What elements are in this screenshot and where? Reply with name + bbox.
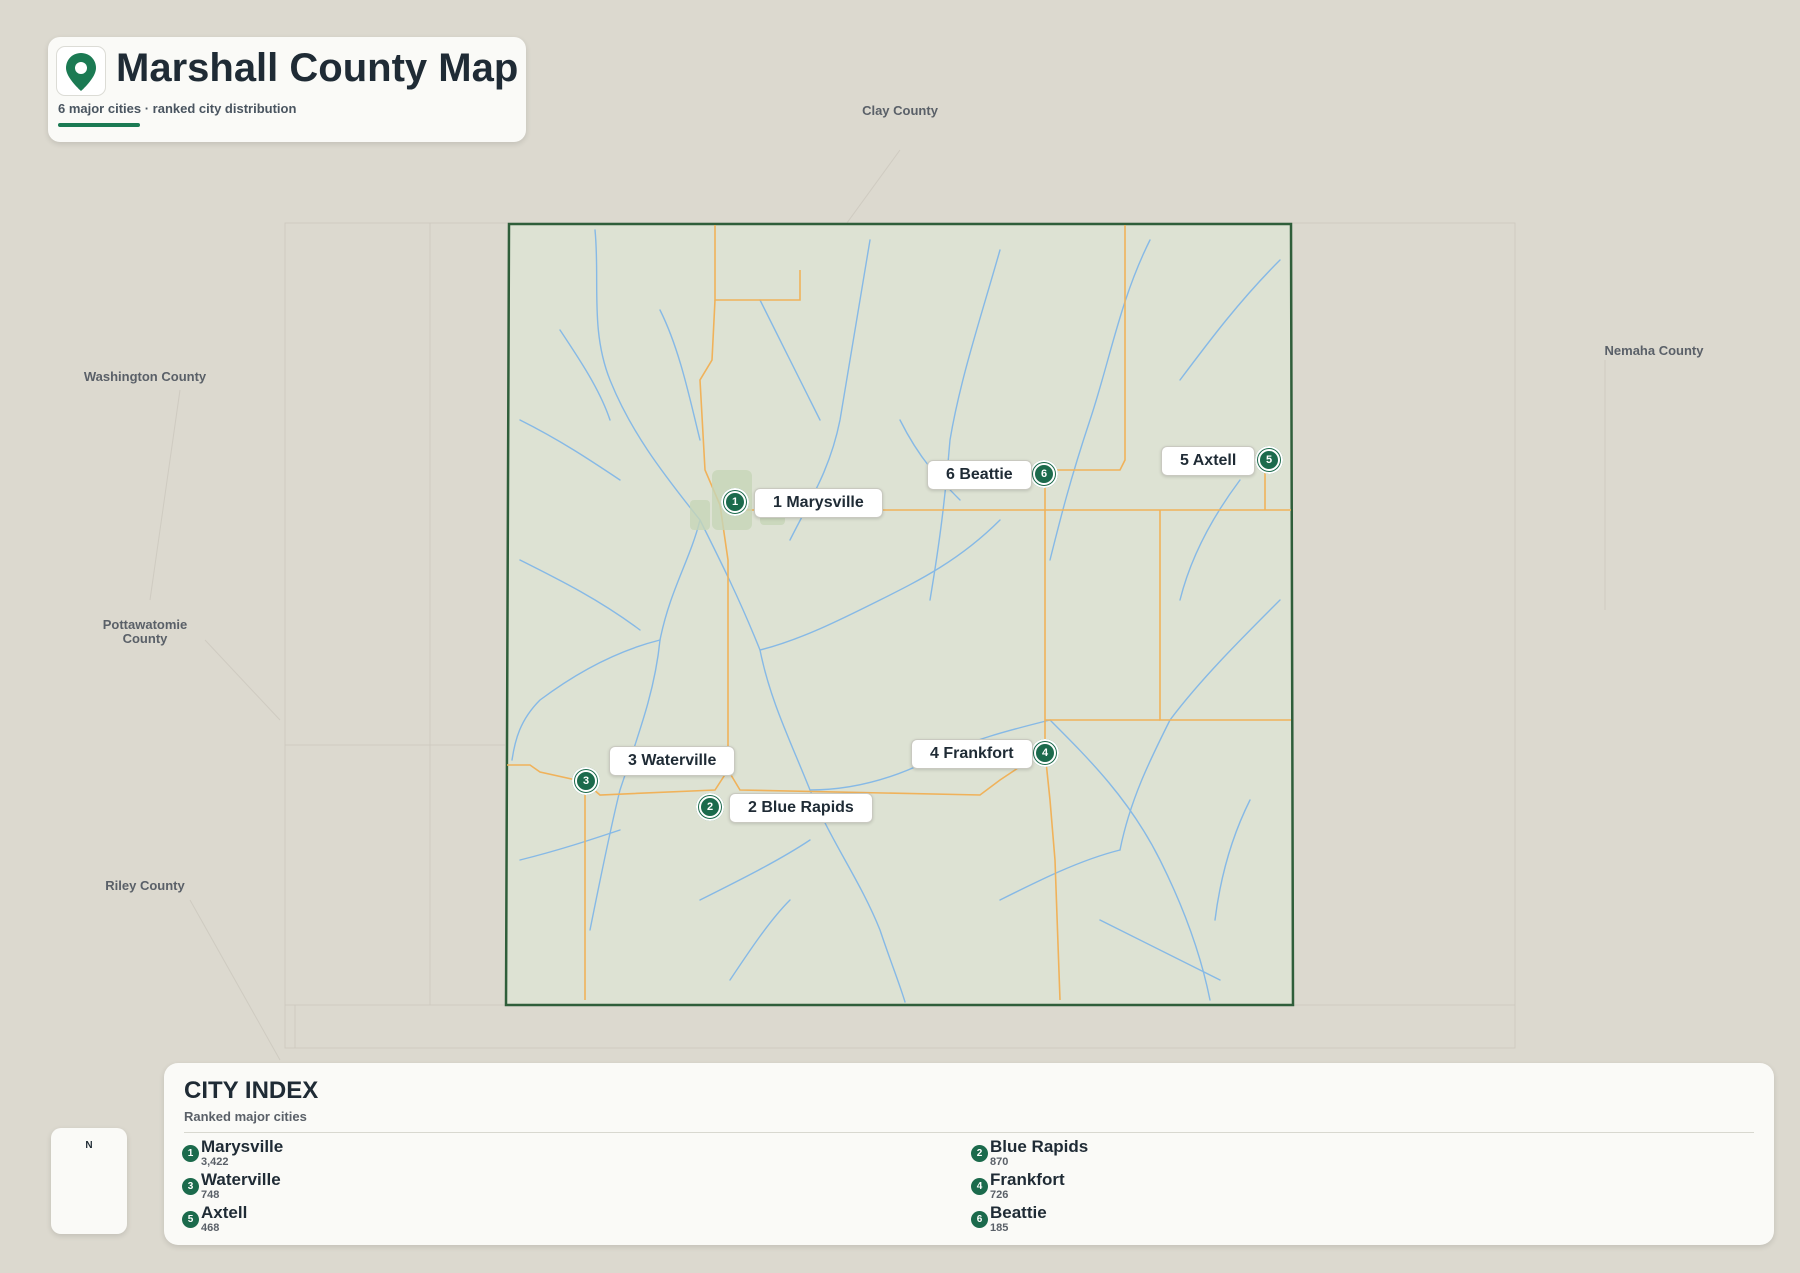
city-label-beattie[interactable]: 6 Beattie	[927, 460, 1032, 490]
city-marker-beattie[interactable]: 6	[1030, 460, 1058, 488]
city-marker-rank: 2	[706, 801, 714, 813]
city-marker-marysville[interactable]: 1	[721, 488, 749, 516]
city-marker-frankfort[interactable]: 4	[1031, 739, 1059, 767]
rank-badge: 5	[182, 1211, 199, 1228]
index-city-population: 185	[990, 1222, 1009, 1234]
index-city-name: Beattie	[990, 1203, 1047, 1222]
index-city-population: 748	[201, 1189, 220, 1201]
city-marker-rank: 6	[1040, 468, 1048, 480]
county-label-riley: Riley County	[105, 878, 185, 893]
city-index-panel: CITY INDEX Ranked major cities 1 Marysvi…	[164, 1063, 1774, 1245]
title-card: Marshall County Map 6 major cities · ran…	[48, 37, 526, 142]
county-label-washington: Washington County	[83, 369, 207, 384]
county-label-pottawatomie-line2: County	[122, 631, 168, 646]
city-marker-rank: 4	[1041, 747, 1049, 759]
city-label-blue-rapids[interactable]: 2 Blue Rapids	[729, 793, 873, 823]
marshall-county-boundary	[504, 222, 1295, 1007]
rank-badge: 4	[971, 1178, 988, 1195]
map-pin-icon	[56, 46, 106, 96]
county-label-pottawatomie-line1: Pottawatomie	[102, 617, 188, 632]
city-marker-rank: 1	[731, 496, 739, 508]
city-label-waterville[interactable]: 3 Waterville	[609, 746, 736, 776]
rank-badge: 1	[182, 1145, 199, 1162]
city-index-subtitle: Ranked major cities	[184, 1109, 307, 1124]
rank-badge: 6	[971, 1211, 988, 1228]
index-city-name: Blue Rapids	[990, 1137, 1089, 1156]
county-label-pottawatomie: Pottawatomie County	[103, 618, 188, 646]
city-label-frankfort[interactable]: 4 Frankfort	[911, 739, 1033, 769]
index-city-name: Waterville	[201, 1170, 281, 1189]
page-title: Marshall County Map	[116, 46, 519, 90]
county-label-clay: Clay County	[862, 103, 938, 118]
index-city-name: Marysville	[201, 1137, 284, 1156]
index-city-population: 726	[990, 1189, 1009, 1201]
city-label-marysville[interactable]: 1 Marysville	[754, 488, 883, 518]
city-marker-rank: 5	[1265, 454, 1273, 466]
index-city-name: Axtell	[201, 1203, 248, 1222]
index-city-population: 870	[990, 1156, 1009, 1168]
city-marker-rank: 3	[582, 775, 590, 787]
city-index-title: CITY INDEX	[184, 1077, 319, 1104]
title-accent-bar	[58, 123, 140, 127]
city-label-axtell[interactable]: 5 Axtell	[1161, 446, 1256, 476]
rank-badge: 3	[182, 1178, 199, 1195]
city-marker-axtell[interactable]: 5	[1255, 446, 1283, 474]
index-city-population: 468	[201, 1222, 220, 1234]
rank-badge: 2	[971, 1145, 988, 1162]
compass-card: N	[51, 1128, 127, 1234]
divider	[184, 1132, 1754, 1133]
county-label-nemaha: Nemaha County	[1604, 343, 1704, 358]
compass-north-label: N	[85, 1140, 93, 1151]
city-marker-blue-rapids[interactable]: 2	[696, 793, 724, 821]
index-city-name: Frankfort	[990, 1170, 1065, 1189]
index-city-population: 3,422	[201, 1156, 229, 1168]
page-subtitle: 6 major cities · ranked city distributio…	[58, 101, 297, 116]
city-marker-waterville[interactable]: 3	[572, 767, 600, 795]
